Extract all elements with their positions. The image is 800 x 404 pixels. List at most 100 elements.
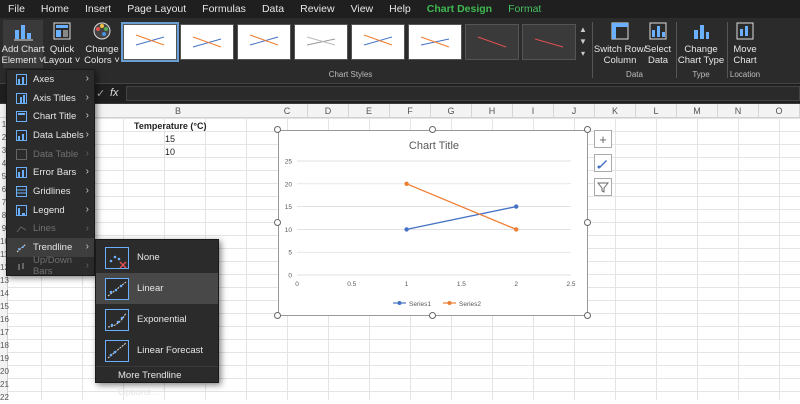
column-header-k[interactable]: K [595,104,636,118]
chart-style-3[interactable] [237,24,291,60]
chart-title-icon [16,111,27,123]
menu-item-error-bars[interactable]: Error Bars › [7,163,94,182]
tab-data[interactable]: Data [254,0,292,18]
tab-insert[interactable]: Insert [77,0,119,18]
trendline-exponential[interactable]: Exponential [96,304,218,335]
column-header-d[interactable]: D [308,104,349,118]
chart-style-4[interactable] [294,24,348,60]
menu-item-axes-label: Axes [33,73,55,85]
y-tick-label: 0 [288,273,292,280]
menu-item-trendline-label: Trendline [33,242,73,254]
row-header-16[interactable]: 16 [0,313,9,326]
menu-item-data-labels[interactable]: Data Labels › [7,126,94,145]
tab-format[interactable]: Format [500,0,549,18]
column-header-g[interactable]: G [431,104,472,118]
resize-handle-t[interactable] [429,126,436,133]
menu-item-axis-titles[interactable]: Axis Titles › [7,89,94,108]
resize-handle-l[interactable] [274,219,281,226]
resize-handle-br[interactable] [584,312,591,319]
chart-style-5[interactable] [351,24,405,60]
row-header-14[interactable]: 14 [0,287,9,300]
trendline-none[interactable]: None [96,242,218,273]
cell-b3[interactable]: 10 [165,147,175,157]
tab-view[interactable]: View [343,0,382,18]
chart-style-2[interactable] [180,24,234,60]
chart-style-7[interactable] [465,24,519,60]
series2-point[interactable] [514,227,519,232]
switch-row-column-button[interactable]: Switch Row/ Column [594,20,646,66]
trendline-none-label: None [137,252,160,263]
chart-title[interactable]: Chart Title [409,140,459,152]
add-chart-element-label: Add Chart Element ˅ [1,44,45,66]
resize-handle-r[interactable] [584,219,591,226]
chart-elements-button[interactable]: + [594,130,612,148]
row-header-19[interactable]: 19 [0,352,9,365]
row-header-21[interactable]: 21 [0,378,9,391]
series1-point[interactable] [514,204,519,209]
tab-file[interactable]: File [0,0,33,18]
trendline-linear-forecast[interactable]: Linear Forecast [96,335,218,366]
column-header-h[interactable]: H [472,104,513,118]
fx-icon[interactable]: fx [110,87,119,99]
menu-item-chart-title[interactable]: Chart Title › [7,107,94,126]
chart-filters-button[interactable] [594,178,612,196]
column-header-f[interactable]: F [390,104,431,118]
chevron-right-icon: › [85,91,89,103]
y-tick-label: 15 [285,204,293,211]
row-header-17[interactable]: 17 [0,326,9,339]
tab-chart-design[interactable]: Chart Design [419,0,500,18]
chart-area[interactable]: Chart Title 25 20 15 10 5 0 0 0.5 1 1.5 2 2.5 Seri… [278,130,588,316]
gallery-scroll[interactable]: ▲ ▼ ▾ [578,24,588,60]
row-header-22[interactable]: 22 [0,391,9,404]
cell-b2[interactable]: 15 [165,134,175,144]
change-chart-type-button[interactable]: Change Chart Type [678,20,724,66]
column-header-i[interactable]: I [513,104,554,118]
column-header-o[interactable]: O [759,104,800,118]
resize-handle-tr[interactable] [584,126,591,133]
chart-style-1[interactable] [121,22,179,62]
column-header-m[interactable]: M [677,104,718,118]
tab-help[interactable]: Help [381,0,419,18]
enter-check-icon[interactable]: ✓ [96,87,105,100]
row-header-15[interactable]: 15 [0,300,9,313]
column-header-n[interactable]: N [718,104,759,118]
trendline-linear[interactable]: Linear [96,273,218,304]
column-header-e[interactable]: E [349,104,390,118]
cell-b1[interactable]: Temperature (°C) [134,121,206,131]
move-chart-button[interactable]: Move Chart [730,20,760,66]
select-data-button[interactable]: Select Data [645,20,671,66]
tab-review[interactable]: Review [292,0,342,18]
menu-item-axes[interactable]: Axes › [7,70,94,89]
chart-style-7-preview [477,36,507,48]
tab-page-layout[interactable]: Page Layout [119,0,194,18]
column-header-l[interactable]: L [636,104,677,118]
quick-layout-button[interactable]: Quick Layout ˅ [44,20,80,66]
menu-item-gridlines[interactable]: Gridlines › [7,182,94,201]
chart-legend[interactable]: Series1 Series2 [393,301,481,308]
chart-styles-button[interactable] [594,154,612,172]
chart-style-8[interactable] [522,24,576,60]
tab-formulas[interactable]: Formulas [194,0,254,18]
chart-style-6[interactable] [408,24,462,60]
chevron-right-icon: › [85,129,89,141]
row-header-20[interactable]: 20 [0,365,9,378]
resize-handle-b[interactable] [429,312,436,319]
more-trendline-options[interactable]: More Trendline Options... [96,366,218,398]
column-header-j[interactable]: J [554,104,595,118]
add-chart-element-button[interactable]: Add Chart Element ˅ [1,20,45,68]
menu-item-trendline[interactable]: Trendline › [7,238,94,257]
switch-row-column-icon [611,22,629,40]
series2-point[interactable] [404,181,409,186]
series1-point[interactable] [404,227,409,232]
series1-line[interactable] [406,205,517,231]
resize-handle-bl[interactable] [274,312,281,319]
x-tick-label: 0.5 [347,281,356,288]
tab-home[interactable]: Home [33,0,77,18]
column-header-c[interactable]: C [267,104,308,118]
formula-input[interactable] [126,86,800,101]
resize-handle-tl[interactable] [274,126,281,133]
separator [592,22,593,78]
change-colors-button[interactable]: Change Colors ˅ [84,20,120,66]
menu-item-legend[interactable]: Legend › [7,201,94,220]
row-header-18[interactable]: 18 [0,339,9,352]
